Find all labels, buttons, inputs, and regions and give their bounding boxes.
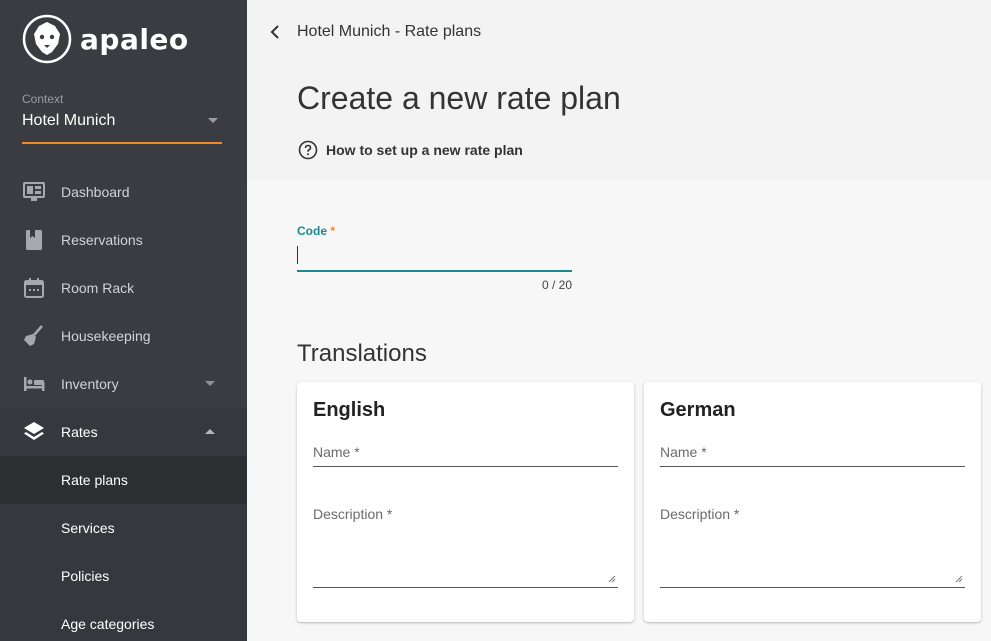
sidebar-item-rates[interactable]: Rates xyxy=(0,408,247,456)
sidebar-item-dashboard[interactable]: Dashboard xyxy=(0,168,247,216)
bed-icon xyxy=(22,372,46,396)
sidebar-item-label: Room Rack xyxy=(61,280,135,296)
sidebar-item-label: Inventory xyxy=(61,376,119,392)
book-icon xyxy=(22,228,46,252)
card-title: English xyxy=(313,399,386,421)
sidebar-subitem-rate-plans[interactable]: Rate plans xyxy=(0,456,247,504)
resize-handle-icon[interactable] xyxy=(608,575,616,583)
name-field[interactable]: Name * xyxy=(660,444,965,467)
chevron-up-icon xyxy=(205,429,215,434)
translation-card-english: English Name * Description * xyxy=(297,382,634,622)
description-field[interactable]: Description * xyxy=(660,506,965,588)
required-marker: * xyxy=(330,224,336,238)
context-selector[interactable]: Context Hotel Munich xyxy=(22,92,222,144)
translations-heading: Translations xyxy=(297,340,427,367)
sidebar-subitem-age-categories[interactable]: Age categories xyxy=(0,600,247,641)
code-field[interactable]: Code * 0 / 20 xyxy=(297,224,572,292)
sidebar-nav: Dashboard Reservations Room Rack Houseke… xyxy=(0,168,247,641)
text-caret xyxy=(297,246,298,264)
context-value: Hotel Munich xyxy=(22,112,116,129)
description-label: Description * xyxy=(313,506,393,522)
sidebar: apaleo Context Hotel Munich Dashboard Re… xyxy=(0,0,247,641)
code-label-text: Code xyxy=(297,224,327,238)
help-link[interactable]: How to set up a new rate plan xyxy=(298,140,523,160)
name-field[interactable]: Name * xyxy=(313,444,618,467)
form-content: Code * 0 / 20 Translations English Name … xyxy=(247,180,991,641)
code-input[interactable] xyxy=(297,244,572,272)
page-title: Create a new rate plan xyxy=(297,80,621,116)
sidebar-item-label: Dashboard xyxy=(61,184,130,200)
sidebar-item-inventory[interactable]: Inventory xyxy=(0,360,247,408)
chevron-down-icon xyxy=(208,118,218,123)
code-label: Code * xyxy=(297,224,572,238)
breadcrumb[interactable]: Hotel Munich - Rate plans xyxy=(297,23,481,41)
logo[interactable]: apaleo xyxy=(22,14,189,64)
card-title: German xyxy=(660,399,736,421)
sidebar-item-room-rack[interactable]: Room Rack xyxy=(0,264,247,312)
sidebar-subitem-services[interactable]: Services xyxy=(0,504,247,552)
layers-icon xyxy=(22,420,46,444)
help-icon xyxy=(298,140,318,160)
description-label: Description * xyxy=(660,506,740,522)
brand-name: apaleo xyxy=(80,22,189,56)
page-header: Hotel Munich - Rate plans Create a new r… xyxy=(247,0,991,180)
code-char-counter: 0 / 20 xyxy=(541,278,572,292)
help-link-label: How to set up a new rate plan xyxy=(326,142,523,158)
context-dropdown[interactable]: Hotel Munich xyxy=(22,112,222,144)
dashboard-icon xyxy=(22,180,46,204)
lion-logo-icon xyxy=(22,14,72,64)
sidebar-item-label: Housekeeping xyxy=(61,328,151,344)
name-label: Name * xyxy=(660,444,707,460)
calendar-icon xyxy=(22,276,46,300)
back-arrow-icon[interactable] xyxy=(265,22,285,42)
translation-card-german: German Name * Description * xyxy=(644,382,981,622)
chevron-down-icon xyxy=(205,381,215,386)
broom-icon xyxy=(22,324,46,348)
resize-handle-icon[interactable] xyxy=(955,575,963,583)
sidebar-item-reservations[interactable]: Reservations xyxy=(0,216,247,264)
context-label: Context xyxy=(22,92,64,106)
description-field[interactable]: Description * xyxy=(313,506,618,588)
sidebar-item-label: Rates xyxy=(61,424,98,440)
sidebar-subitem-policies[interactable]: Policies xyxy=(0,552,247,600)
name-label: Name * xyxy=(313,444,360,460)
sidebar-item-label: Reservations xyxy=(61,232,143,248)
main-area: Hotel Munich - Rate plans Create a new r… xyxy=(247,0,991,641)
sidebar-item-housekeeping[interactable]: Housekeeping xyxy=(0,312,247,360)
